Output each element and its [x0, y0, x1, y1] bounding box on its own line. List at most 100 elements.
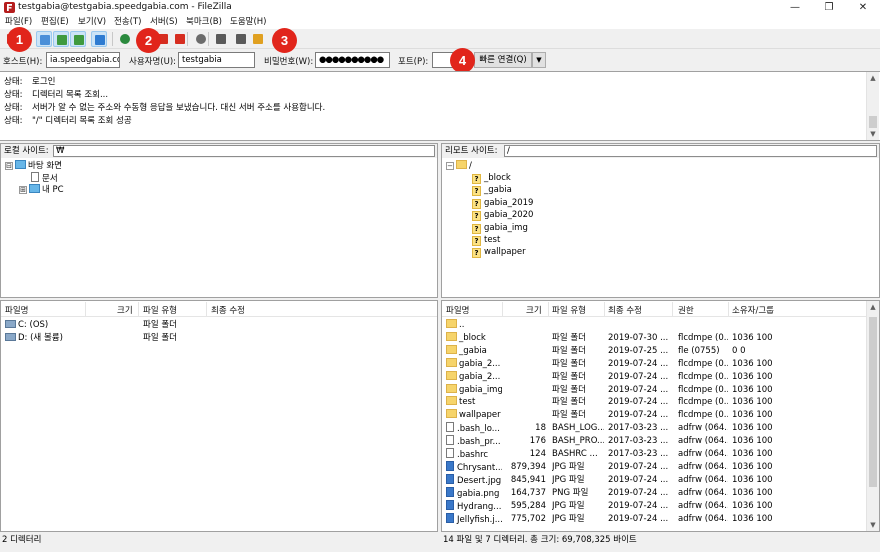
remote-tree-item[interactable]: ? gabia_2019: [472, 197, 533, 209]
callout-badge-4: 4: [450, 48, 475, 73]
message-log[interactable]: 상태: 로그인 상태: 디렉터리 목록 조회... 상태: 서버가 알 수 없는 주소…: [0, 71, 880, 141]
local-col-modified[interactable]: 최종 수정: [211, 304, 245, 316]
expand-icon[interactable]: ⊞: [19, 186, 27, 194]
minimize-button[interactable]: —: [778, 0, 812, 16]
log-line: 상태: "/" 디렉터리 목록 조회 성공: [4, 116, 132, 126]
remote-tree-item[interactable]: ? gabia_2020: [472, 209, 533, 222]
remote-tree-icon: [74, 35, 84, 45]
remote-tree-item[interactable]: ? wallpaper: [472, 246, 526, 259]
remote-col-modified[interactable]: 최종 수정: [608, 304, 642, 316]
remote-file-row[interactable]: _gabia 파일 폴더 2019-07-25 ... fle (0755) 0 0: [442, 344, 866, 358]
menu-help[interactable]: 도움말(H): [230, 16, 266, 29]
filter-button[interactable]: [213, 31, 229, 47]
remote-col-owner[interactable]: 소유자/그룹: [732, 304, 774, 316]
column-divider[interactable]: [206, 302, 207, 316]
remote-file-row[interactable]: wallpaper 파일 폴더 2019-07-24 ... flcdmpe (0..…: [442, 409, 866, 422]
remote-tree-item[interactable]: ? test: [472, 234, 500, 246]
local-col-size[interactable]: 크기: [117, 304, 133, 316]
remote-file-row[interactable]: gabia_2... 파일 폴더 2019-07-24 ... flcdmpe (0.…: [442, 370, 866, 384]
remote-file-row[interactable]: .bash_pr... 176 BASH_PRO... 2017-03-23 ... a…: [442, 435, 866, 448]
folder-icon: [446, 383, 457, 393]
remote-file-row[interactable]: Chrysant... 879,394 JPG 파일 2019-07-24 ... ad…: [442, 460, 866, 474]
remote-file-row[interactable]: ..: [442, 319, 866, 332]
local-file-row[interactable]: D: (새 볼륨) 파일 폴더: [1, 332, 437, 345]
menu-bookmarks[interactable]: 북마크(B): [186, 16, 222, 29]
remote-file-row[interactable]: Jellyfish.j... 775,702 JPG 파일 2019-07-24 ..…: [442, 512, 866, 526]
reconnect-button[interactable]: [193, 31, 209, 47]
compare-icon: [253, 34, 263, 44]
remote-file-row[interactable]: gabia_2... 파일 폴더 2019-07-24 ... flcdmpe (0.…: [442, 357, 866, 371]
host-label: 호스트(H):: [3, 57, 43, 67]
remote-col-name[interactable]: 파일명: [446, 304, 469, 316]
local-tree-item[interactable]: 문서: [31, 172, 58, 184]
username-input[interactable]: testgabia: [178, 52, 255, 68]
password-input[interactable]: ●●●●●●●●●●: [315, 52, 390, 68]
compare-button[interactable]: [250, 31, 266, 47]
column-divider[interactable]: [728, 302, 729, 316]
callout-badge-3: 3: [272, 28, 297, 53]
password-label: 비밀번호(W):: [264, 57, 314, 67]
scroll-up-arrow-icon[interactable]: ▲: [867, 301, 879, 313]
unknown-folder-icon: ?: [472, 186, 481, 197]
scroll-down-arrow-icon[interactable]: ▼: [867, 519, 879, 531]
remote-site-input[interactable]: /: [504, 145, 877, 157]
collapse-icon[interactable]: −: [446, 162, 454, 170]
column-divider[interactable]: [502, 302, 503, 316]
column-divider[interactable]: [604, 302, 605, 316]
remote-col-size[interactable]: 크기: [526, 304, 542, 316]
collapse-icon[interactable]: ⊟: [5, 162, 13, 170]
quickconnect-button[interactable]: 빠른 연결(Q): [474, 52, 532, 68]
remote-list-scrollbar[interactable]: ▲ ▼: [866, 301, 879, 531]
column-divider[interactable]: [138, 302, 139, 316]
local-col-type[interactable]: 파일 유형: [143, 304, 177, 316]
remote-file-row[interactable]: _block 파일 폴더 2019-07-30 ... flcdmpe (0... 10…: [442, 331, 866, 345]
log-line: 상태: 서버가 알 수 없는 주소와 수동형 응답을 보냈습니다. 대신 서버 주…: [4, 103, 326, 113]
log-scrollbar[interactable]: ▲ ▼: [866, 72, 879, 140]
remote-file-row[interactable]: gabia.png 164,737 PNG 파일 2019-07-24 ... adfr…: [442, 486, 866, 500]
filter-icon: [216, 34, 226, 44]
refresh-button[interactable]: [117, 31, 133, 47]
remote-column-header: 파일명 크기 파일 유형 최종 수정 권한 소유자/그룹: [442, 301, 866, 317]
window-title: testgabia@testgabia.speedgabia.com - Fil…: [18, 2, 232, 12]
transfer-queue-icon: [95, 35, 105, 45]
disconnect-button[interactable]: [172, 31, 188, 47]
remote-file-row[interactable]: gabia_img 파일 폴더 2019-07-24 ... flcdmpe (0..…: [442, 383, 866, 397]
remote-file-row[interactable]: .bashrc 124 BASHRC ... 2017-03-23 ... adfrw …: [442, 448, 866, 461]
close-button[interactable]: ✕: [846, 0, 880, 16]
menu-transfer[interactable]: 전송(T): [114, 16, 141, 29]
local-tree-item[interactable]: ⊞ 내 PC: [19, 184, 64, 196]
remote-tree-root[interactable]: − /: [446, 160, 472, 172]
scroll-up-arrow-icon[interactable]: ▲: [867, 72, 879, 84]
remote-col-type[interactable]: 파일 유형: [552, 304, 586, 316]
remote-tree-item[interactable]: ? gabia_img: [472, 222, 528, 234]
menu-edit[interactable]: 편집(E): [41, 16, 69, 29]
remote-file-row[interactable]: Desert.jpg 845,941 JPG 파일 2019-07-24 ... adf…: [442, 473, 866, 487]
remote-file-row[interactable]: .bash_lo... 18 BASH_LOG... 2017-03-23 ... ad…: [442, 422, 866, 435]
remote-tree-item[interactable]: ? _block: [472, 172, 511, 184]
scrollbar-thumb[interactable]: [869, 317, 877, 487]
scrollbar-thumb[interactable]: [869, 116, 877, 128]
remote-file-row[interactable]: Hydrang... 595,284 JPG 파일 2019-07-24 ... adf…: [442, 499, 866, 513]
remote-col-permissions[interactable]: 권한: [678, 304, 694, 316]
quickconnect-dropdown-button[interactable]: ▼: [532, 52, 546, 68]
column-divider[interactable]: [85, 302, 86, 316]
quickconnect-bar: 호스트(H): ia.speedgabia.com 사용자명(U): testg…: [0, 49, 880, 71]
toggle-queue-button[interactable]: [91, 31, 107, 47]
local-file-row[interactable]: C: (OS) 파일 폴더: [1, 319, 437, 332]
toggle-local-tree-button[interactable]: [53, 31, 69, 47]
maximize-button[interactable]: ❐: [812, 0, 846, 16]
host-input[interactable]: ia.speedgabia.com: [46, 52, 120, 68]
column-divider[interactable]: [548, 302, 549, 316]
scroll-down-arrow-icon[interactable]: ▼: [867, 128, 879, 140]
column-divider[interactable]: [672, 302, 673, 316]
local-col-name[interactable]: 파일명: [5, 304, 28, 316]
local-site-input[interactable]: ₩: [53, 145, 435, 157]
sync-browse-button[interactable]: [233, 31, 249, 47]
toggle-log-button[interactable]: [36, 31, 52, 47]
menu-server[interactable]: 서버(S): [150, 16, 178, 29]
remote-file-row[interactable]: test 파일 폴더 2019-07-24 ... flcdmpe (0... 1036…: [442, 396, 866, 409]
remote-tree-item[interactable]: ? _gabia: [472, 184, 512, 197]
toggle-remote-tree-button[interactable]: [70, 31, 86, 47]
local-tree-item[interactable]: ⊟ 바탕 화면: [5, 160, 62, 172]
menu-view[interactable]: 보기(V): [78, 16, 106, 29]
